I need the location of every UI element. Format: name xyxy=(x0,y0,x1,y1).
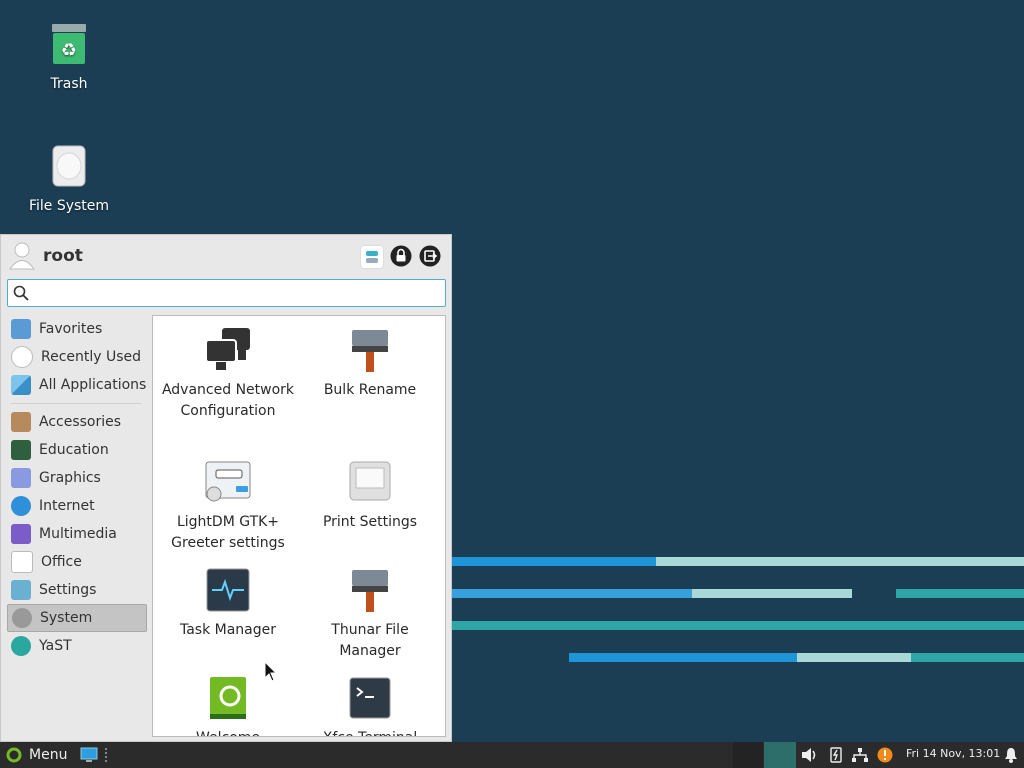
favorites-icon xyxy=(11,319,31,339)
category-separator xyxy=(11,403,141,404)
network-status-icon[interactable] xyxy=(851,747,869,763)
app-label: Welcome xyxy=(157,728,299,736)
app-advanced-network-configuration[interactable]: Advanced Network Configuration xyxy=(157,316,299,422)
office-icon xyxy=(11,551,33,573)
workspace-switcher[interactable] xyxy=(764,742,796,768)
opensuse-logo-icon xyxy=(6,747,22,763)
yast-icon xyxy=(11,636,31,656)
category-graphics[interactable]: Graphics xyxy=(7,464,147,492)
accessories-icon xyxy=(11,412,31,432)
taskbar: Menu Fri 14 Nov, 13:01 xyxy=(0,742,1024,768)
multimedia-icon xyxy=(11,524,31,544)
category-label: Settings xyxy=(39,582,97,598)
settings-icon xyxy=(366,251,378,263)
category-label: Internet xyxy=(39,498,95,514)
category-multimedia[interactable]: Multimedia xyxy=(7,520,147,548)
category-all-applications[interactable]: All Applications xyxy=(7,371,147,399)
log-out-icon xyxy=(419,245,441,267)
desktop-icon-label: Trash xyxy=(50,76,88,92)
app-task-manager[interactable]: Task Manager xyxy=(157,556,299,641)
search-field[interactable] xyxy=(7,279,446,307)
category-favorites[interactable]: Favorites xyxy=(7,315,147,343)
printer-icon xyxy=(346,458,394,506)
category-settings[interactable]: Settings xyxy=(7,576,147,604)
category-label: Graphics xyxy=(39,470,101,486)
category-internet[interactable]: Internet xyxy=(7,492,147,520)
category-label: Office xyxy=(41,554,82,570)
show-desktop-button[interactable] xyxy=(80,746,98,764)
clock-icon xyxy=(11,346,33,368)
svg-text:♻: ♻ xyxy=(61,40,77,61)
drive-icon xyxy=(52,145,86,187)
category-label: Favorites xyxy=(39,321,103,337)
category-yast[interactable]: YaST xyxy=(7,632,147,660)
clock[interactable]: Fri 14 Nov, 13:01 xyxy=(906,747,1000,760)
app-label: LightDM GTK+ Greeter settings xyxy=(171,514,285,551)
category-system[interactable]: System xyxy=(7,604,147,632)
log-out-button[interactable] xyxy=(419,245,441,267)
menu-button-label: Menu xyxy=(29,747,68,763)
gear-icon xyxy=(12,608,32,628)
category-accessories[interactable]: Accessories xyxy=(7,408,147,436)
thunar-icon xyxy=(346,566,394,614)
app-print-settings[interactable]: Print Settings xyxy=(299,448,441,533)
panel-separator xyxy=(105,748,109,762)
app-bulk-rename[interactable]: Bulk Rename xyxy=(299,316,441,401)
category-office[interactable]: Office xyxy=(7,548,147,576)
update-warning-icon[interactable] xyxy=(877,747,893,763)
app-label: Task Manager xyxy=(179,622,277,638)
category-label: System xyxy=(40,610,93,626)
app-label: Bulk Rename xyxy=(323,382,417,398)
app-xfce-terminal[interactable]: Xfce Terminal xyxy=(299,664,441,736)
category-label: YaST xyxy=(39,638,72,654)
volume-icon[interactable] xyxy=(801,747,819,763)
globe-icon xyxy=(11,496,31,516)
network-icon xyxy=(204,326,252,374)
app-label: Thunar File Manager xyxy=(331,622,409,659)
app-label: Print Settings xyxy=(322,514,418,530)
desktop-icon xyxy=(80,747,98,762)
bulk-rename-icon xyxy=(346,326,394,374)
application-menu: root Favorites Recently Used All Applica… xyxy=(0,234,452,742)
lightdm-icon xyxy=(204,458,252,506)
category-label: Accessories xyxy=(39,414,122,430)
search-icon xyxy=(13,285,29,301)
desktop-icon-label: File System xyxy=(28,198,110,214)
category-education[interactable]: Education xyxy=(7,436,147,464)
all-applications-icon xyxy=(11,375,31,395)
power-icon[interactable] xyxy=(829,747,843,763)
app-label: Advanced Network Configuration xyxy=(161,382,295,419)
notification-bell-icon[interactable] xyxy=(1004,747,1018,763)
lock-screen-button[interactable] xyxy=(390,245,412,267)
task-manager-icon xyxy=(204,566,252,614)
app-thunar-file-manager[interactable]: Thunar File Manager xyxy=(299,556,441,662)
category-label: All Applications xyxy=(39,377,147,393)
category-label: Multimedia xyxy=(39,526,117,542)
app-lightdm-greeter-settings[interactable]: LightDM GTK+ Greeter settings xyxy=(157,448,299,554)
terminal-icon xyxy=(346,674,394,722)
search-input[interactable] xyxy=(34,282,438,306)
tray-background xyxy=(733,742,763,768)
app-label: Xfce Terminal xyxy=(299,728,441,736)
user-avatar-icon xyxy=(9,242,35,270)
category-label: Recently Used xyxy=(41,349,142,365)
category-recently-used[interactable]: Recently Used xyxy=(7,343,147,371)
lock-icon xyxy=(390,245,412,267)
education-icon xyxy=(11,440,31,460)
welcome-icon xyxy=(204,674,252,722)
graphics-icon xyxy=(11,468,31,488)
menu-button[interactable]: Menu xyxy=(0,742,73,768)
user-row: root xyxy=(9,241,83,271)
settings-manager-button[interactable] xyxy=(360,245,384,269)
settings-icon xyxy=(11,580,31,600)
user-name: root xyxy=(43,246,83,266)
mouse-pointer-icon xyxy=(264,661,278,682)
category-list: Favorites Recently Used All Applications… xyxy=(7,315,147,660)
desktop-icon-trash[interactable]: ♻ Trash xyxy=(14,22,124,92)
trash-icon: ♻ xyxy=(52,24,86,64)
application-grid: Advanced Network Configuration Bulk Rena… xyxy=(152,315,446,737)
category-label: Education xyxy=(39,442,109,458)
desktop-icon-file-system[interactable]: File System xyxy=(14,144,124,214)
